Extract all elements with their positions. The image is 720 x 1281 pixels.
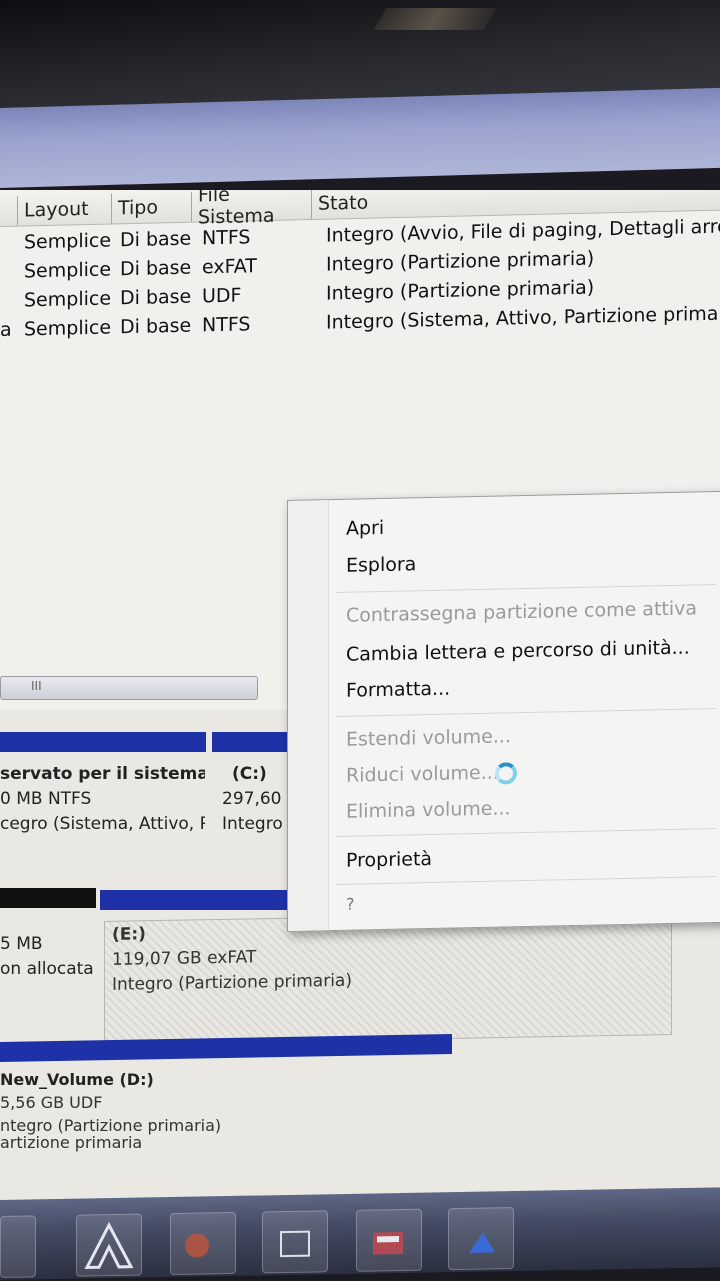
menu-item-cambia-lettera[interactable]: Cambia lettera e percorso di unità...	[346, 637, 690, 666]
triangle-logo-icon	[84, 1221, 134, 1270]
column-header-tipo-label: Tipo	[118, 196, 158, 220]
context-menu: Apri Esplora Contrassegna partizione com…	[287, 490, 720, 932]
taskbar-button-app-c[interactable]	[262, 1210, 328, 1274]
row-tipo-cell: Di base	[120, 285, 192, 310]
column-header-stato[interactable]: Stato	[312, 190, 720, 219]
volume-status: on allocata	[0, 959, 94, 979]
taskbar-button-app-e[interactable]	[448, 1207, 514, 1271]
volume-size: 0 MB NTFS	[0, 789, 92, 809]
row-fs-cell: NTFS	[202, 313, 251, 337]
menu-item-riduci-volume[interactable]: Riduci volume...	[346, 762, 499, 787]
taskbar-button-app-a[interactable]	[76, 1213, 142, 1277]
row-tipo-cell: Di base	[120, 314, 192, 339]
volume-system-reserved[interactable]: servato per il sistema 0 MB NTFS cegro (…	[0, 762, 205, 872]
menu-item-elimina-volume[interactable]: Elimina volume...	[346, 797, 511, 822]
unallocated-bar	[0, 888, 96, 908]
row-fs-cell: NTFS	[202, 226, 251, 250]
row-fs-cell: exFAT	[202, 255, 257, 279]
horizontal-scrollbar[interactable]: III	[0, 676, 258, 700]
taskbar-button-app-b[interactable]	[170, 1211, 236, 1276]
menu-item-formatta[interactable]: Formatta...	[346, 678, 450, 702]
busy-spinner-icon	[495, 762, 517, 785]
scrollbar-grip-icon[interactable]: III	[31, 679, 42, 693]
row-layout-cell: Semplice	[24, 258, 112, 283]
volume-name: servato per il sistema	[0, 764, 205, 784]
menu-separator	[336, 584, 716, 593]
row-layout-cell: Semplice	[24, 287, 112, 312]
volume-size: 5 MB	[0, 934, 43, 954]
row-stato-cell: Integro (Partizione primaria)	[326, 276, 595, 305]
column-header-layout-label: Layout	[24, 197, 89, 222]
partition-bar-e	[100, 890, 292, 910]
volume-name: New_Volume (D:)	[0, 1070, 154, 1089]
partition-bar-c	[212, 732, 292, 752]
row-name-cell: a	[0, 318, 12, 341]
volume-status: Integro	[222, 814, 283, 834]
row-tipo-cell: Di base	[120, 227, 192, 252]
volume-status: cegro (Sistema, Attivo, P.	[0, 814, 205, 834]
app-icon	[185, 1233, 209, 1258]
menu-item-contrassegna-attiva[interactable]: Contrassegna partizione come attiva	[346, 597, 697, 626]
menu-separator	[336, 828, 716, 837]
volume-name: (C:)	[232, 764, 267, 784]
context-menu-gutter	[288, 500, 329, 931]
screen-reflection	[373, 8, 497, 30]
row-fs-cell: UDF	[202, 284, 242, 308]
row-tipo-cell: Di base	[120, 256, 192, 281]
taskbar-button-app-d[interactable]	[356, 1208, 422, 1272]
menu-separator	[336, 876, 716, 885]
row-stato-cell: Integro (Avvio, File di paging, Dettagli…	[326, 215, 720, 247]
volume-d[interactable]: New_Volume (D:) 5,56 GB UDF ntegro (Part…	[0, 1068, 440, 1178]
disk-management-icon	[373, 1231, 403, 1255]
taskbar	[0, 1187, 720, 1280]
volume-unallocated[interactable]: 5 MB on allocata	[0, 932, 96, 1012]
volume-size: 297,60 C	[222, 789, 291, 809]
row-stato-cell: Integro (Partizione primaria)	[326, 247, 595, 276]
partition-bar-d	[0, 1034, 452, 1062]
column-header-layout[interactable]: Layout	[18, 193, 112, 226]
partition-bar-system-reserved	[0, 732, 206, 752]
column-header-filesystem-label: File Sistema	[198, 190, 275, 229]
column-header-name[interactable]	[0, 195, 18, 227]
column-header-stato-label: Stato	[318, 191, 369, 215]
taskbar-button-explorer[interactable]	[0, 1215, 36, 1278]
row-layout-cell: Semplice	[24, 229, 112, 254]
menu-item-esplora[interactable]: Esplora	[346, 553, 416, 576]
volume-size: 5,56 GB UDF	[0, 1093, 103, 1112]
menu-separator	[336, 708, 716, 717]
column-header-tipo[interactable]: Tipo	[112, 191, 192, 224]
window-icon	[280, 1230, 310, 1258]
column-header-filesystem[interactable]: File Sistema	[192, 190, 312, 229]
menu-item-apri[interactable]: Apri	[346, 517, 384, 540]
menu-item-proprieta[interactable]: Proprietà	[346, 848, 432, 872]
menu-item-estendi-volume[interactable]: Estendi volume...	[346, 725, 511, 750]
chart-icon	[469, 1232, 495, 1253]
volume-c[interactable]: (C:) 297,60 C Integro	[216, 762, 291, 872]
menu-item-help[interactable]: ?	[346, 895, 355, 914]
row-layout-cell: Semplice	[24, 316, 112, 341]
